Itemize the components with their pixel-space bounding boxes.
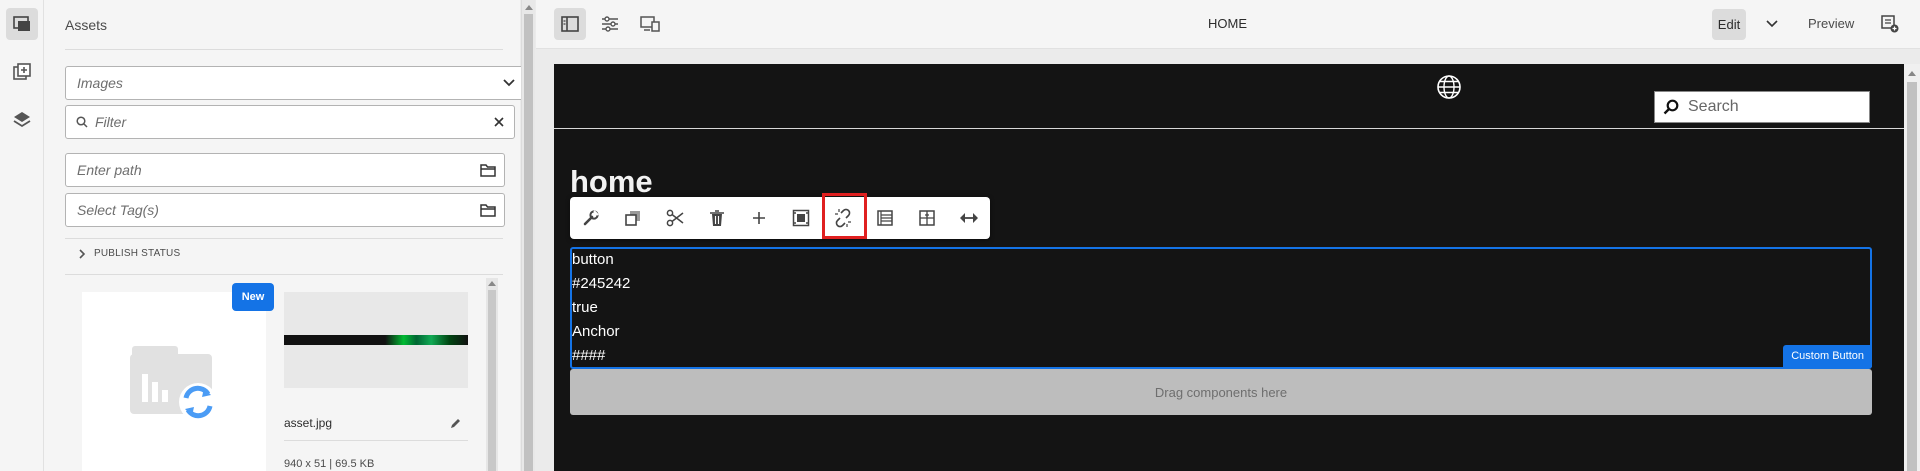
copy-button[interactable] [612, 197, 654, 239]
scroll-up-icon[interactable] [525, 4, 533, 10]
paragraph-icon [877, 210, 893, 226]
assets-scrollbar[interactable] [486, 278, 498, 471]
component-line: #### [572, 347, 606, 364]
divider [65, 274, 503, 275]
delete-icon [710, 210, 724, 226]
group-button[interactable] [780, 197, 822, 239]
emulator-button[interactable] [634, 8, 666, 40]
component-line: #245242 [572, 275, 631, 292]
search-icon [76, 116, 88, 128]
scroll-thumb[interactable] [524, 14, 533, 471]
cut-icon [666, 209, 684, 227]
scroll-thumb[interactable] [488, 290, 496, 471]
component-line: true [572, 299, 598, 316]
preview-button[interactable]: Preview [1808, 16, 1854, 31]
header-divider [554, 128, 1904, 129]
path-placeholder: Enter path [77, 162, 142, 178]
insert-icon [753, 212, 765, 224]
edit-mode-button[interactable]: Edit [1712, 9, 1746, 40]
scroll-up-icon[interactable] [1908, 70, 1916, 76]
globe-icon[interactable] [1436, 74, 1462, 100]
asset-type-select[interactable]: Images [65, 66, 526, 100]
publish-status-toggle[interactable]: PUBLISH STATUS [78, 248, 180, 259]
divider [65, 238, 503, 239]
asset-type-value: Images [77, 75, 123, 91]
devices-icon [640, 16, 660, 32]
drop-zone[interactable]: Drag components here [570, 369, 1872, 415]
copy-icon [625, 211, 640, 226]
chevron-down-icon[interactable] [1766, 20, 1778, 28]
new-badge: New [232, 283, 274, 311]
site-search-placeholder: Search [1688, 98, 1739, 115]
side-panel-toggle[interactable] [554, 8, 586, 40]
browse-path-button[interactable] [472, 153, 505, 187]
highlight-box [822, 193, 867, 239]
custom-button-component[interactable]: button #245242 true Anchor #### Custom B… [570, 247, 1872, 369]
group-icon [792, 209, 810, 227]
delete-button[interactable] [696, 197, 738, 239]
component-toolbar [570, 193, 990, 239]
path-field[interactable]: Enter path [65, 153, 485, 187]
chevron-right-icon [79, 248, 86, 259]
assets-icon[interactable] [6, 8, 38, 40]
components-icon[interactable] [6, 56, 38, 88]
panel-title: Assets [65, 17, 108, 33]
search-icon [1663, 99, 1679, 115]
tags-field[interactable]: Select Tag(s) [65, 193, 485, 227]
asset-thumbnail [284, 292, 468, 388]
scroll-up-icon[interactable] [488, 280, 496, 286]
editor-topbar: HOME Edit Preview [536, 0, 1920, 49]
divider [284, 440, 468, 441]
chevron-down-icon [503, 79, 515, 87]
wrench-icon [583, 210, 599, 226]
layers-icon[interactable] [6, 104, 38, 136]
resize-icon [960, 213, 978, 223]
canvas-scrollbar[interactable] [1904, 64, 1920, 471]
layout-icon [919, 210, 935, 226]
layout-button[interactable] [906, 197, 948, 239]
component-line: Anchor [572, 323, 620, 340]
tags-placeholder: Select Tag(s) [77, 202, 159, 218]
resize-button[interactable] [948, 197, 990, 239]
edit-icon[interactable] [450, 418, 461, 429]
clear-icon[interactable] [494, 117, 504, 127]
divider [65, 49, 503, 50]
page-heading: home [570, 164, 653, 199]
insert-button[interactable] [738, 197, 780, 239]
panel-scrollbar[interactable] [521, 0, 535, 471]
asset-card[interactable]: asset.jpg 940 x 51 | 69.5 KB [284, 292, 468, 471]
publish-status-label: PUBLISH STATUS [94, 248, 181, 259]
cut-button[interactable] [654, 197, 696, 239]
folder-icon [480, 164, 496, 177]
sliders-icon [602, 16, 618, 32]
unlink-button[interactable] [822, 193, 867, 239]
folder-icon [480, 204, 496, 217]
page-properties-button[interactable] [594, 8, 626, 40]
asset-card[interactable]: New [82, 283, 274, 471]
scroll-thumb[interactable] [1907, 82, 1917, 471]
assets-panel: Assets Images Filter Enter path Select T… [44, 0, 526, 471]
site-search-field[interactable]: Search [1654, 91, 1870, 123]
paragraph-button[interactable] [864, 197, 906, 239]
thumbnail-image [284, 335, 468, 345]
side-rail [0, 0, 44, 471]
filter-placeholder: Filter [95, 114, 127, 130]
configure-button[interactable] [570, 197, 612, 239]
processing-icon [130, 346, 217, 421]
asset-meta: 940 x 51 | 69.5 KB [284, 458, 375, 470]
component-line: button [572, 251, 614, 268]
filter-field[interactable]: Filter [65, 105, 515, 139]
asset-name: asset.jpg [284, 416, 333, 430]
page-title: HOME [1208, 16, 1247, 31]
panel-icon [561, 16, 579, 32]
component-label: Custom Button [1783, 345, 1872, 367]
page-info-icon[interactable] [1881, 15, 1899, 33]
browse-tags-button[interactable] [472, 193, 505, 227]
